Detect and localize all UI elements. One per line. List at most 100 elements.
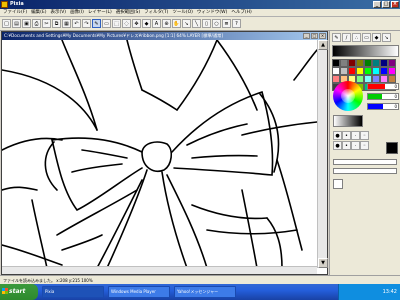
title-bar: Pixia _ □ ×: [0, 0, 400, 9]
task-media-player[interactable]: Windows Media Player: [108, 286, 170, 298]
menu-item[interactable]: フィルタ(T): [144, 9, 168, 16]
menu-item[interactable]: 選択範囲(S): [116, 9, 140, 16]
paste-icon[interactable]: ▦: [62, 19, 71, 28]
start-button[interactable]: start: [0, 284, 38, 300]
document-close-button[interactable]: ×: [319, 33, 326, 39]
horizontal-scrollbar[interactable]: [2, 266, 317, 274]
drawing-canvas[interactable]: [2, 40, 317, 268]
dropper-tool-icon[interactable]: ↘: [382, 33, 391, 42]
current-color-swatch[interactable]: [386, 142, 398, 154]
cut-icon[interactable]: ✂: [42, 19, 51, 28]
document-maximize-button[interactable]: □: [311, 33, 318, 39]
color-swatch[interactable]: [380, 59, 388, 67]
minimize-button[interactable]: _: [373, 1, 381, 8]
brush-size-icon[interactable]: ·: [351, 131, 360, 140]
scroll-down-arrow-icon[interactable]: ▼: [318, 258, 328, 268]
save-icon[interactable]: ▣: [22, 19, 31, 28]
green-value[interactable]: 0: [367, 93, 399, 100]
zoom-icon[interactable]: ⊕: [162, 19, 171, 28]
brightness-bar[interactable]: [333, 115, 363, 127]
blue-value[interactable]: 0: [367, 103, 399, 110]
color-swatch[interactable]: [332, 59, 340, 67]
select-icon[interactable]: ⬚: [112, 19, 121, 28]
color-swatch[interactable]: [340, 59, 348, 67]
color-swatch[interactable]: [372, 75, 380, 83]
vertical-scrollbar[interactable]: ▲ ▼: [317, 40, 328, 268]
color-swatch[interactable]: [348, 59, 356, 67]
color-swatch[interactable]: [356, 75, 364, 83]
open-icon[interactable]: ▤: [12, 19, 21, 28]
color-swatch[interactable]: [364, 59, 372, 67]
pen-tool-icon[interactable]: ✎: [332, 33, 341, 42]
brush-tool-icon[interactable]: ∕: [342, 33, 351, 42]
lasso-icon[interactable]: ◌: [122, 19, 131, 28]
line-icon[interactable]: ╲: [192, 19, 201, 28]
color-swatch[interactable]: [388, 67, 396, 75]
brush-size-icon[interactable]: ●: [333, 141, 342, 150]
brush-size-icon[interactable]: ●: [333, 131, 342, 140]
color-swatch[interactable]: [356, 67, 364, 75]
pixia-window: Pixia _ □ × ファイル(F) 編集(E) 表示(V) 画像(I) レイヤー(L…: [0, 0, 400, 300]
brush-size-icon[interactable]: ◦: [360, 141, 369, 150]
gray-gradient[interactable]: [332, 45, 399, 57]
color-swatch[interactable]: [372, 59, 380, 67]
color-swatch[interactable]: [364, 67, 372, 75]
color-swatch[interactable]: [348, 67, 356, 75]
scroll-up-arrow-icon[interactable]: ▲: [318, 40, 328, 50]
menu-item[interactable]: ウィンドウ(W): [197, 9, 227, 16]
text-icon[interactable]: A: [152, 19, 161, 28]
fill-icon[interactable]: ◆: [142, 19, 151, 28]
size-slider[interactable]: [333, 168, 397, 174]
fill-tool-icon[interactable]: ◆: [372, 33, 381, 42]
hand-icon[interactable]: ✋: [172, 19, 181, 28]
brush-size-icon[interactable]: •: [342, 131, 351, 140]
eraser-icon[interactable]: ▭: [102, 19, 111, 28]
preview-box: [333, 179, 343, 189]
menu-item[interactable]: レイヤー(L): [88, 9, 112, 16]
color-swatch[interactable]: [332, 75, 340, 83]
help-icon[interactable]: ?: [232, 19, 241, 28]
print-icon[interactable]: ⎙: [32, 19, 41, 28]
color-swatch[interactable]: [388, 59, 396, 67]
menu-item[interactable]: ツール(O): [172, 9, 193, 16]
color-wheel[interactable]: [333, 81, 363, 111]
color-swatch[interactable]: [340, 67, 348, 75]
menu-item[interactable]: 表示(V): [50, 9, 66, 16]
color-swatch[interactable]: [364, 75, 372, 83]
menu-item[interactable]: ヘルプ(H): [231, 9, 251, 16]
color-swatch[interactable]: [380, 67, 388, 75]
eraser-tool-icon[interactable]: ▭: [362, 33, 371, 42]
color-swatch[interactable]: [388, 75, 396, 83]
menu-item[interactable]: 編集(E): [31, 9, 46, 16]
document-title: C:¥Documents and Settings¥My Documents¥M…: [4, 33, 223, 38]
layer-icon[interactable]: ≣: [222, 19, 231, 28]
task-pixia[interactable]: Pixia: [42, 286, 104, 298]
airbrush-tool-icon[interactable]: ∴: [352, 33, 361, 42]
brush-size-icon[interactable]: ·: [351, 141, 360, 150]
rect-icon[interactable]: ▯: [202, 19, 211, 28]
color-swatch[interactable]: [332, 67, 340, 75]
move-icon[interactable]: ✥: [132, 19, 141, 28]
color-swatch[interactable]: [372, 67, 380, 75]
opacity-slider[interactable]: [333, 159, 397, 165]
menu-item[interactable]: 画像(I): [70, 9, 84, 16]
close-button[interactable]: ×: [391, 1, 399, 8]
eyedropper-icon[interactable]: ↘: [182, 19, 191, 28]
new-icon[interactable]: □: [2, 19, 11, 28]
task-messenger[interactable]: Yahoo!メッセンジャー: [174, 286, 236, 298]
brush-size-icon[interactable]: ◦: [360, 131, 369, 140]
copy-icon[interactable]: ⧉: [52, 19, 61, 28]
undo-icon[interactable]: ↶: [72, 19, 81, 28]
color-swatch[interactable]: [356, 59, 364, 67]
document-minimize-button[interactable]: _: [303, 33, 310, 39]
status-bar: ファイルを読み込みました。 x:208 y:215 100%: [0, 275, 400, 284]
red-value[interactable]: 0: [367, 83, 399, 90]
brush-size-icon[interactable]: •: [342, 141, 351, 150]
maximize-button[interactable]: □: [382, 1, 390, 8]
redo-icon[interactable]: ↷: [82, 19, 91, 28]
color-swatch[interactable]: [380, 75, 388, 83]
ellipse-icon[interactable]: ○: [212, 19, 221, 28]
app-icon: [1, 1, 8, 8]
pen-icon[interactable]: ✎: [92, 19, 101, 28]
menu-item[interactable]: ファイル(F): [3, 9, 27, 16]
